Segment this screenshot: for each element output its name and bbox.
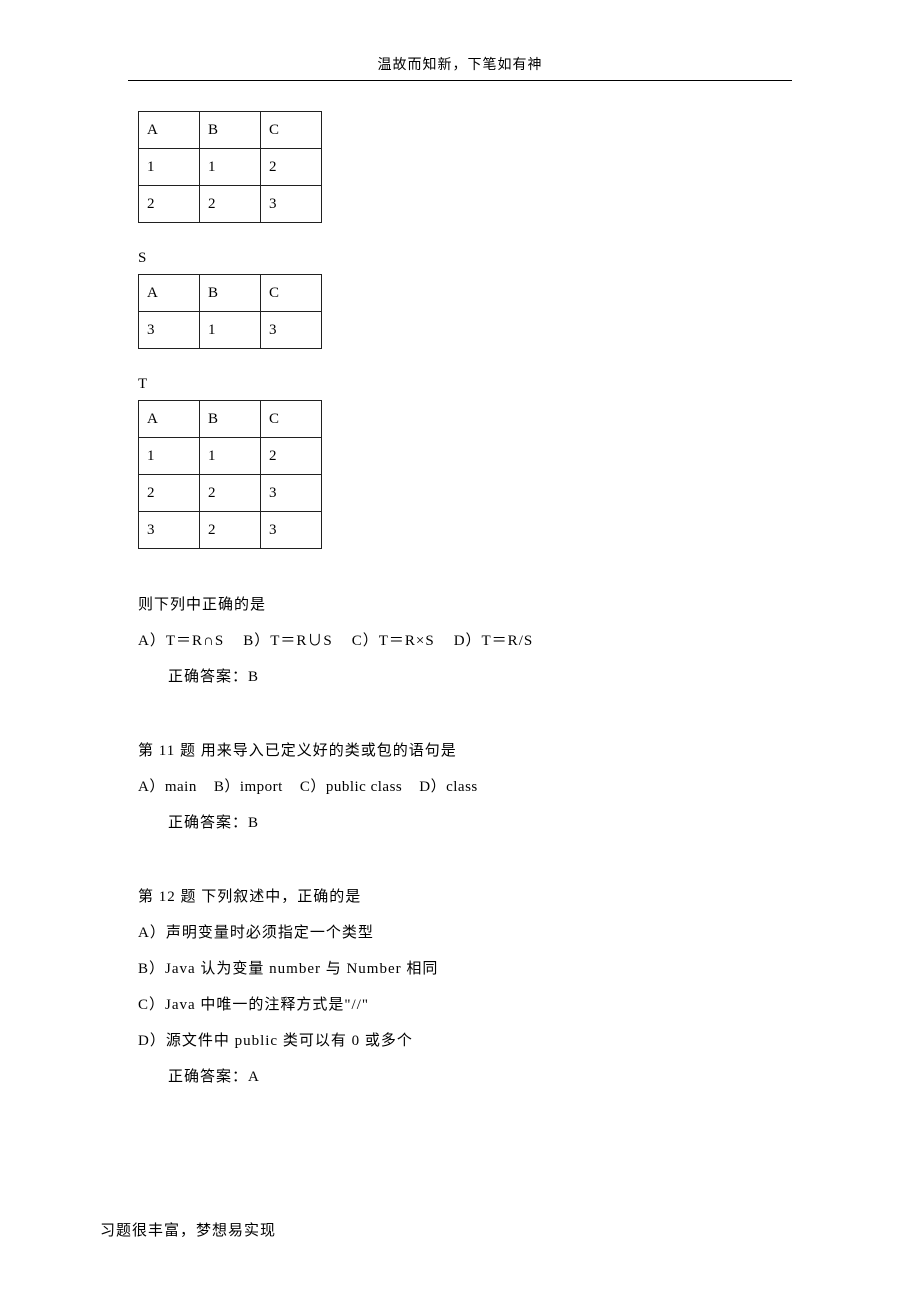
q12-answer: 正确答案：A <box>138 1059 820 1095</box>
cell: C <box>261 275 322 312</box>
cell: 3 <box>139 512 200 549</box>
cell: B <box>200 401 261 438</box>
q10-option-d: D）T＝R/S <box>454 623 534 659</box>
table-s-label: S <box>138 245 820 272</box>
cell: 1 <box>139 438 200 475</box>
table-r: A B C 1 1 2 2 2 3 <box>138 111 322 223</box>
cell: 1 <box>200 312 261 349</box>
cell: 3 <box>139 312 200 349</box>
cell: B <box>200 275 261 312</box>
cell: 2 <box>200 475 261 512</box>
page-footer: 习题很丰富，梦想易实现 <box>100 1219 276 1240</box>
cell: 2 <box>200 186 261 223</box>
q12-option-b: B）Java 认为变量 number 与 Number 相同 <box>138 951 820 987</box>
cell: 3 <box>261 512 322 549</box>
cell: C <box>261 112 322 149</box>
cell: A <box>139 112 200 149</box>
header-divider <box>128 80 792 81</box>
q11-option-b: B）import <box>214 769 283 805</box>
cell: 3 <box>261 475 322 512</box>
cell: 2 <box>139 475 200 512</box>
q11-answer: 正确答案：B <box>138 805 820 841</box>
q11-title: 第 11 题 用来导入已定义好的类或包的语句是 <box>138 733 820 769</box>
page-header: 温故而知新，下笔如有神 <box>100 54 820 74</box>
q12-option-c: C）Java 中唯一的注释方式是"//" <box>138 987 820 1023</box>
q10-option-c: C）T＝R×S <box>352 623 435 659</box>
table-row: 2 2 3 <box>139 186 322 223</box>
table-row: 1 1 2 <box>139 438 322 475</box>
cell: 2 <box>200 512 261 549</box>
table-t: A B C 1 1 2 2 2 3 3 2 3 <box>138 400 322 549</box>
question-12-block: 第 12 题 下列叙述中，正确的是 A）声明变量时必须指定一个类型 B）Java… <box>138 879 820 1095</box>
table-row: 2 2 3 <box>139 475 322 512</box>
cell: B <box>200 112 261 149</box>
table-row: A B C <box>139 112 322 149</box>
cell: 1 <box>139 149 200 186</box>
cell: 2 <box>261 438 322 475</box>
q10-prompt: 则下列中正确的是 <box>138 587 820 623</box>
q10-option-b: B）T＝R∪S <box>243 623 333 659</box>
cell: 1 <box>200 438 261 475</box>
q11-option-c: C）public class <box>300 769 402 805</box>
table-row: 3 2 3 <box>139 512 322 549</box>
table-row: 3 1 3 <box>139 312 322 349</box>
cell: C <box>261 401 322 438</box>
q12-title: 第 12 题 下列叙述中，正确的是 <box>138 879 820 915</box>
q11-option-d: D）class <box>419 769 478 805</box>
cell: 3 <box>261 312 322 349</box>
q11-option-a: A）main <box>138 769 197 805</box>
cell: A <box>139 401 200 438</box>
table-row: A B C <box>139 275 322 312</box>
q12-option-a: A）声明变量时必须指定一个类型 <box>138 915 820 951</box>
q11-options: A）main B）import C）public class D）class <box>138 769 820 805</box>
table-row: 1 1 2 <box>139 149 322 186</box>
cell: 3 <box>261 186 322 223</box>
document-page: 温故而知新，下笔如有神 A B C 1 1 2 2 2 3 S A <box>0 0 920 1302</box>
cell: 1 <box>200 149 261 186</box>
q10-option-a: A）T＝R∩S <box>138 623 224 659</box>
cell: 2 <box>261 149 322 186</box>
q10-answer: 正确答案：B <box>138 659 820 695</box>
table-s: A B C 3 1 3 <box>138 274 322 349</box>
question-11-block: 第 11 题 用来导入已定义好的类或包的语句是 A）main B）import … <box>138 733 820 841</box>
table-row: A B C <box>139 401 322 438</box>
q10-options: A）T＝R∩S B）T＝R∪S C）T＝R×S D）T＝R/S <box>138 623 820 659</box>
table-t-label: T <box>138 371 820 398</box>
question-10-block: 则下列中正确的是 A）T＝R∩S B）T＝R∪S C）T＝R×S D）T＝R/S… <box>138 587 820 695</box>
cell: A <box>139 275 200 312</box>
content-body: A B C 1 1 2 2 2 3 S A B C 3 <box>100 111 820 1095</box>
cell: 2 <box>139 186 200 223</box>
q12-option-d: D）源文件中 public 类可以有 0 或多个 <box>138 1023 820 1059</box>
